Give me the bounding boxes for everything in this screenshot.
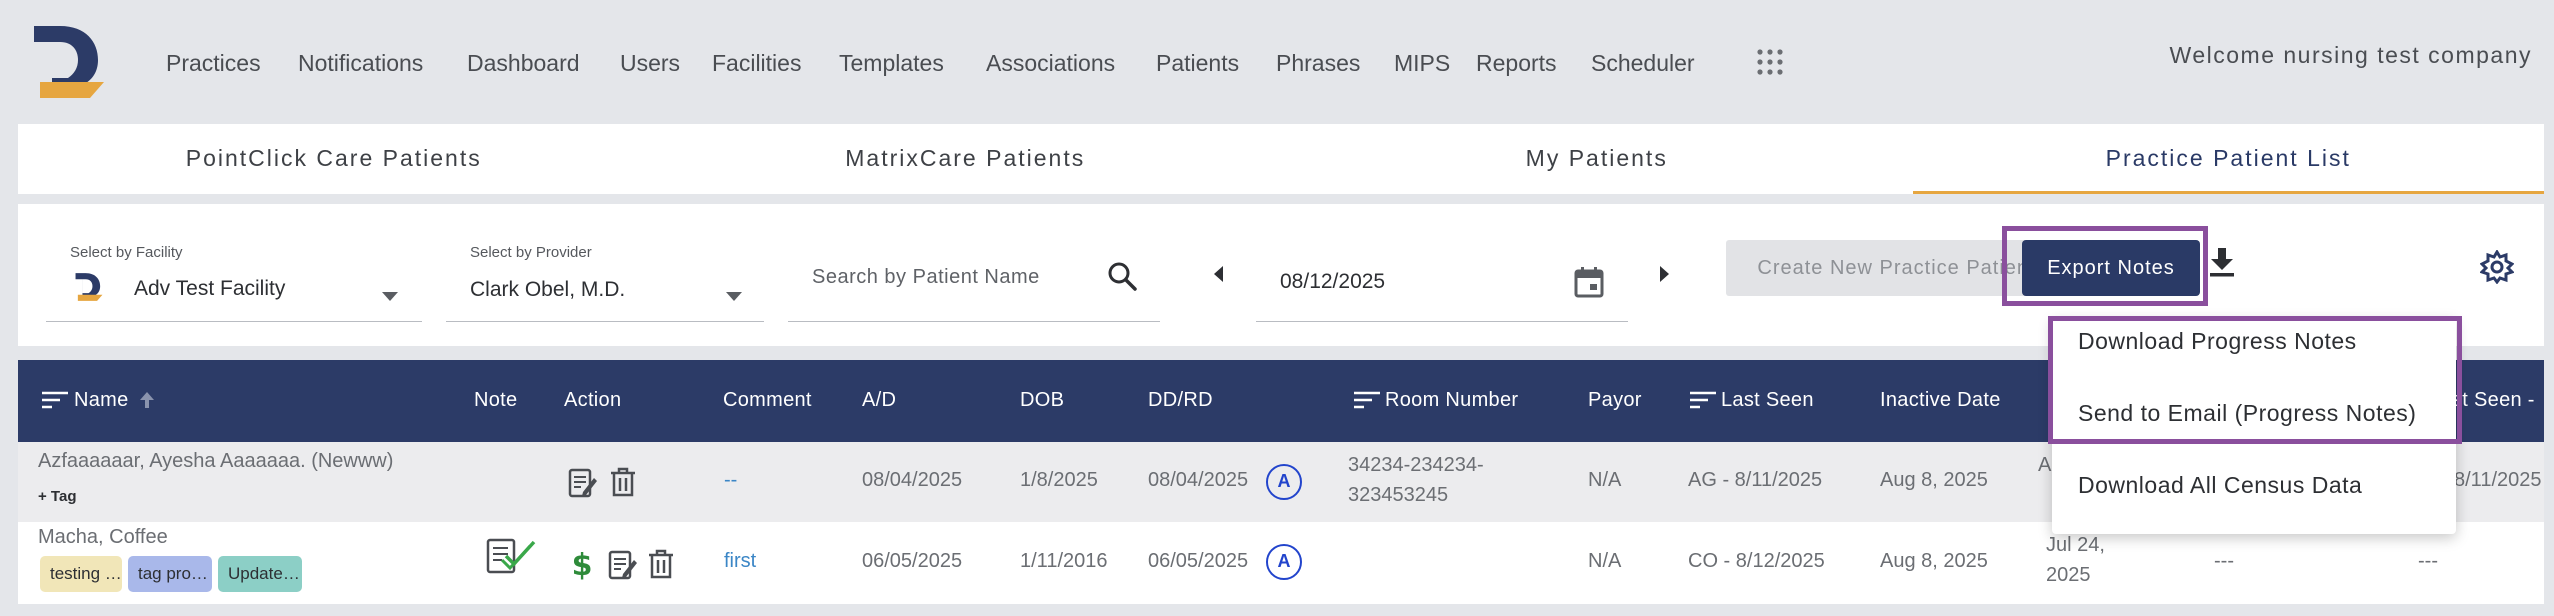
patient-name[interactable]: Azfaaaaaar, Ayesha Aaaaaaa. (Newww) — [38, 450, 393, 473]
table-row[interactable]: Macha, Coffee testing … tag pro… Update…… — [18, 522, 2544, 604]
column-header-dd-rd[interactable]: DD/RD — [1148, 389, 1213, 412]
nav-dashboard[interactable]: Dashboard — [467, 50, 580, 77]
tab-matrixcare-patients[interactable]: MatrixCare Patients — [650, 124, 1282, 194]
dd-rd-cell: 08/04/2025 — [1148, 469, 1249, 491]
dob-cell: 1/11/2016 — [1020, 550, 1108, 572]
facility-select-value: Adv Test Facility — [134, 277, 286, 300]
patient-list-tabs: PointClick Care Patients MatrixCare Pati… — [18, 124, 2544, 194]
nav-templates[interactable]: Templates — [839, 50, 944, 77]
payor-cell: N/A — [1588, 550, 1622, 572]
provider-select-value: Clark Obel, M.D. — [470, 278, 626, 301]
comment-cell[interactable]: first — [724, 550, 756, 573]
note-checked-icon[interactable] — [486, 536, 538, 576]
nav-phrases[interactable]: Phrases — [1276, 50, 1360, 77]
edit-note-icon[interactable] — [608, 548, 638, 580]
nav-mips[interactable]: MIPS — [1394, 50, 1450, 77]
add-tag-link[interactable]: + Tag — [38, 488, 76, 505]
column-header-last-seen-partial[interactable]: st Seen - — [2452, 389, 2535, 412]
column-header-last-seen[interactable]: Last Seen — [1721, 389, 1814, 412]
nav-reports[interactable]: Reports — [1476, 50, 1557, 77]
column-header-comment[interactable]: Comment — [723, 389, 812, 412]
nav-associations[interactable]: Associations — [986, 50, 1115, 77]
next-date-arrow-icon[interactable] — [1660, 266, 1669, 282]
column-header-note[interactable]: Note — [474, 389, 517, 412]
date-line2: 2025 — [2046, 564, 2091, 586]
nav-notifications[interactable]: Notifications — [298, 50, 423, 77]
date-picker[interactable]: 08/12/2025 — [1256, 232, 1628, 322]
column-header-dob[interactable]: DOB — [1020, 389, 1064, 412]
sort-lines-icon[interactable] — [42, 390, 68, 410]
patient-tag[interactable]: tag pro… — [128, 556, 212, 592]
dob-cell: 1/8/2025 — [1020, 469, 1098, 491]
dd-rd-cell: 06/05/2025 — [1148, 550, 1249, 572]
facility-select-label: Select by Facility — [70, 244, 183, 261]
apps-grid-icon[interactable] — [1756, 48, 1784, 76]
tab-practice-patient-list[interactable]: Practice Patient List — [1912, 124, 2545, 194]
welcome-message: Welcome nursing test company — [2169, 42, 2532, 68]
inactive-date-cell: Aug 8, 2025 — [1880, 469, 1988, 491]
facility-select[interactable]: Select by Facility Adv Test Facility — [46, 232, 422, 322]
last-seen-cell: CO - 8/12/2025 — [1688, 550, 1825, 572]
sort-arrow-up-icon[interactable] — [138, 390, 156, 410]
last-seen-partial-cell: 8/11/2025 — [2454, 469, 2542, 491]
calendar-icon[interactable] — [1574, 266, 1604, 298]
sort-lines-icon[interactable] — [1354, 390, 1380, 410]
billing-dollar-icon[interactable]: $ — [572, 548, 592, 580]
nav-facilities[interactable]: Facilities — [712, 50, 801, 77]
tab-my-patients[interactable]: My Patients — [1281, 124, 1913, 194]
nav-practices[interactable]: Practices — [166, 50, 261, 77]
patient-search-placeholder: Search by Patient Name — [812, 266, 1040, 288]
nav-scheduler[interactable]: Scheduler — [1591, 50, 1695, 77]
previous-date-arrow-icon[interactable] — [1214, 266, 1223, 282]
export-notes-button[interactable]: Export Notes — [2022, 240, 2200, 296]
nav-users[interactable]: Users — [620, 50, 680, 77]
comment-cell[interactable]: -- — [724, 469, 737, 492]
column-header-action[interactable]: Action — [564, 389, 621, 412]
sort-lines-icon[interactable] — [1690, 390, 1716, 410]
status-badge[interactable]: A — [1266, 464, 1302, 500]
status-badge[interactable]: A — [1266, 544, 1302, 580]
room-number-line2: 323453245 — [1348, 484, 1449, 506]
patient-name[interactable]: Macha, Coffee — [38, 526, 168, 549]
search-icon[interactable] — [1106, 260, 1138, 292]
column-header-room-number[interactable]: Room Number — [1385, 389, 1518, 412]
svg-text:$: $ — [572, 548, 592, 580]
partial-cell: A — [2038, 454, 2052, 476]
date-picker-value: 08/12/2025 — [1280, 270, 1386, 293]
empty-cell: --- — [2214, 550, 2234, 572]
patient-tag[interactable]: Update… — [218, 556, 302, 592]
payor-cell: N/A — [1588, 469, 1622, 491]
gear-icon[interactable] — [2480, 250, 2514, 284]
chevron-down-icon — [726, 292, 742, 301]
trash-icon[interactable] — [610, 466, 636, 498]
top-navbar: Practices Notifications Dashboard Users … — [0, 0, 2554, 112]
patient-tag[interactable]: testing … — [40, 556, 122, 592]
tab-pointclick-care-patients[interactable]: PointClick Care Patients — [18, 124, 650, 194]
date-line1: Jul 24, — [2046, 534, 2105, 556]
facility-logo-icon — [75, 273, 103, 301]
column-header-payor[interactable]: Payor — [1588, 389, 1642, 412]
column-header-ad[interactable]: A/D — [862, 389, 896, 412]
empty-cell: --- — [2418, 550, 2438, 572]
menu-item-download-all-census-data[interactable]: Download All Census Data — [2078, 472, 2362, 499]
column-header-name[interactable]: Name — [74, 389, 129, 412]
column-header-inactive-date[interactable]: Inactive Date — [1880, 389, 2001, 412]
company-logo[interactable] — [30, 24, 108, 100]
trash-icon[interactable] — [648, 548, 674, 580]
edit-note-icon[interactable] — [568, 466, 598, 498]
menu-highlight-frame — [2048, 316, 2462, 444]
inactive-date-cell: Aug 8, 2025 — [1880, 550, 1988, 572]
ad-cell: 08/04/2025 — [862, 469, 963, 491]
nav-patients[interactable]: Patients — [1156, 50, 1239, 77]
last-seen-cell: AG - 8/11/2025 — [1688, 469, 1823, 491]
ad-cell: 06/05/2025 — [862, 550, 963, 572]
provider-select[interactable]: Select by Provider Clark Obel, M.D. — [446, 232, 764, 322]
download-icon[interactable] — [2208, 246, 2236, 278]
chevron-down-icon — [382, 292, 398, 301]
room-number-line1: 34234-234234- — [1348, 454, 1484, 476]
patient-search-input[interactable]: Search by Patient Name — [788, 232, 1160, 322]
provider-select-label: Select by Provider — [470, 244, 592, 261]
